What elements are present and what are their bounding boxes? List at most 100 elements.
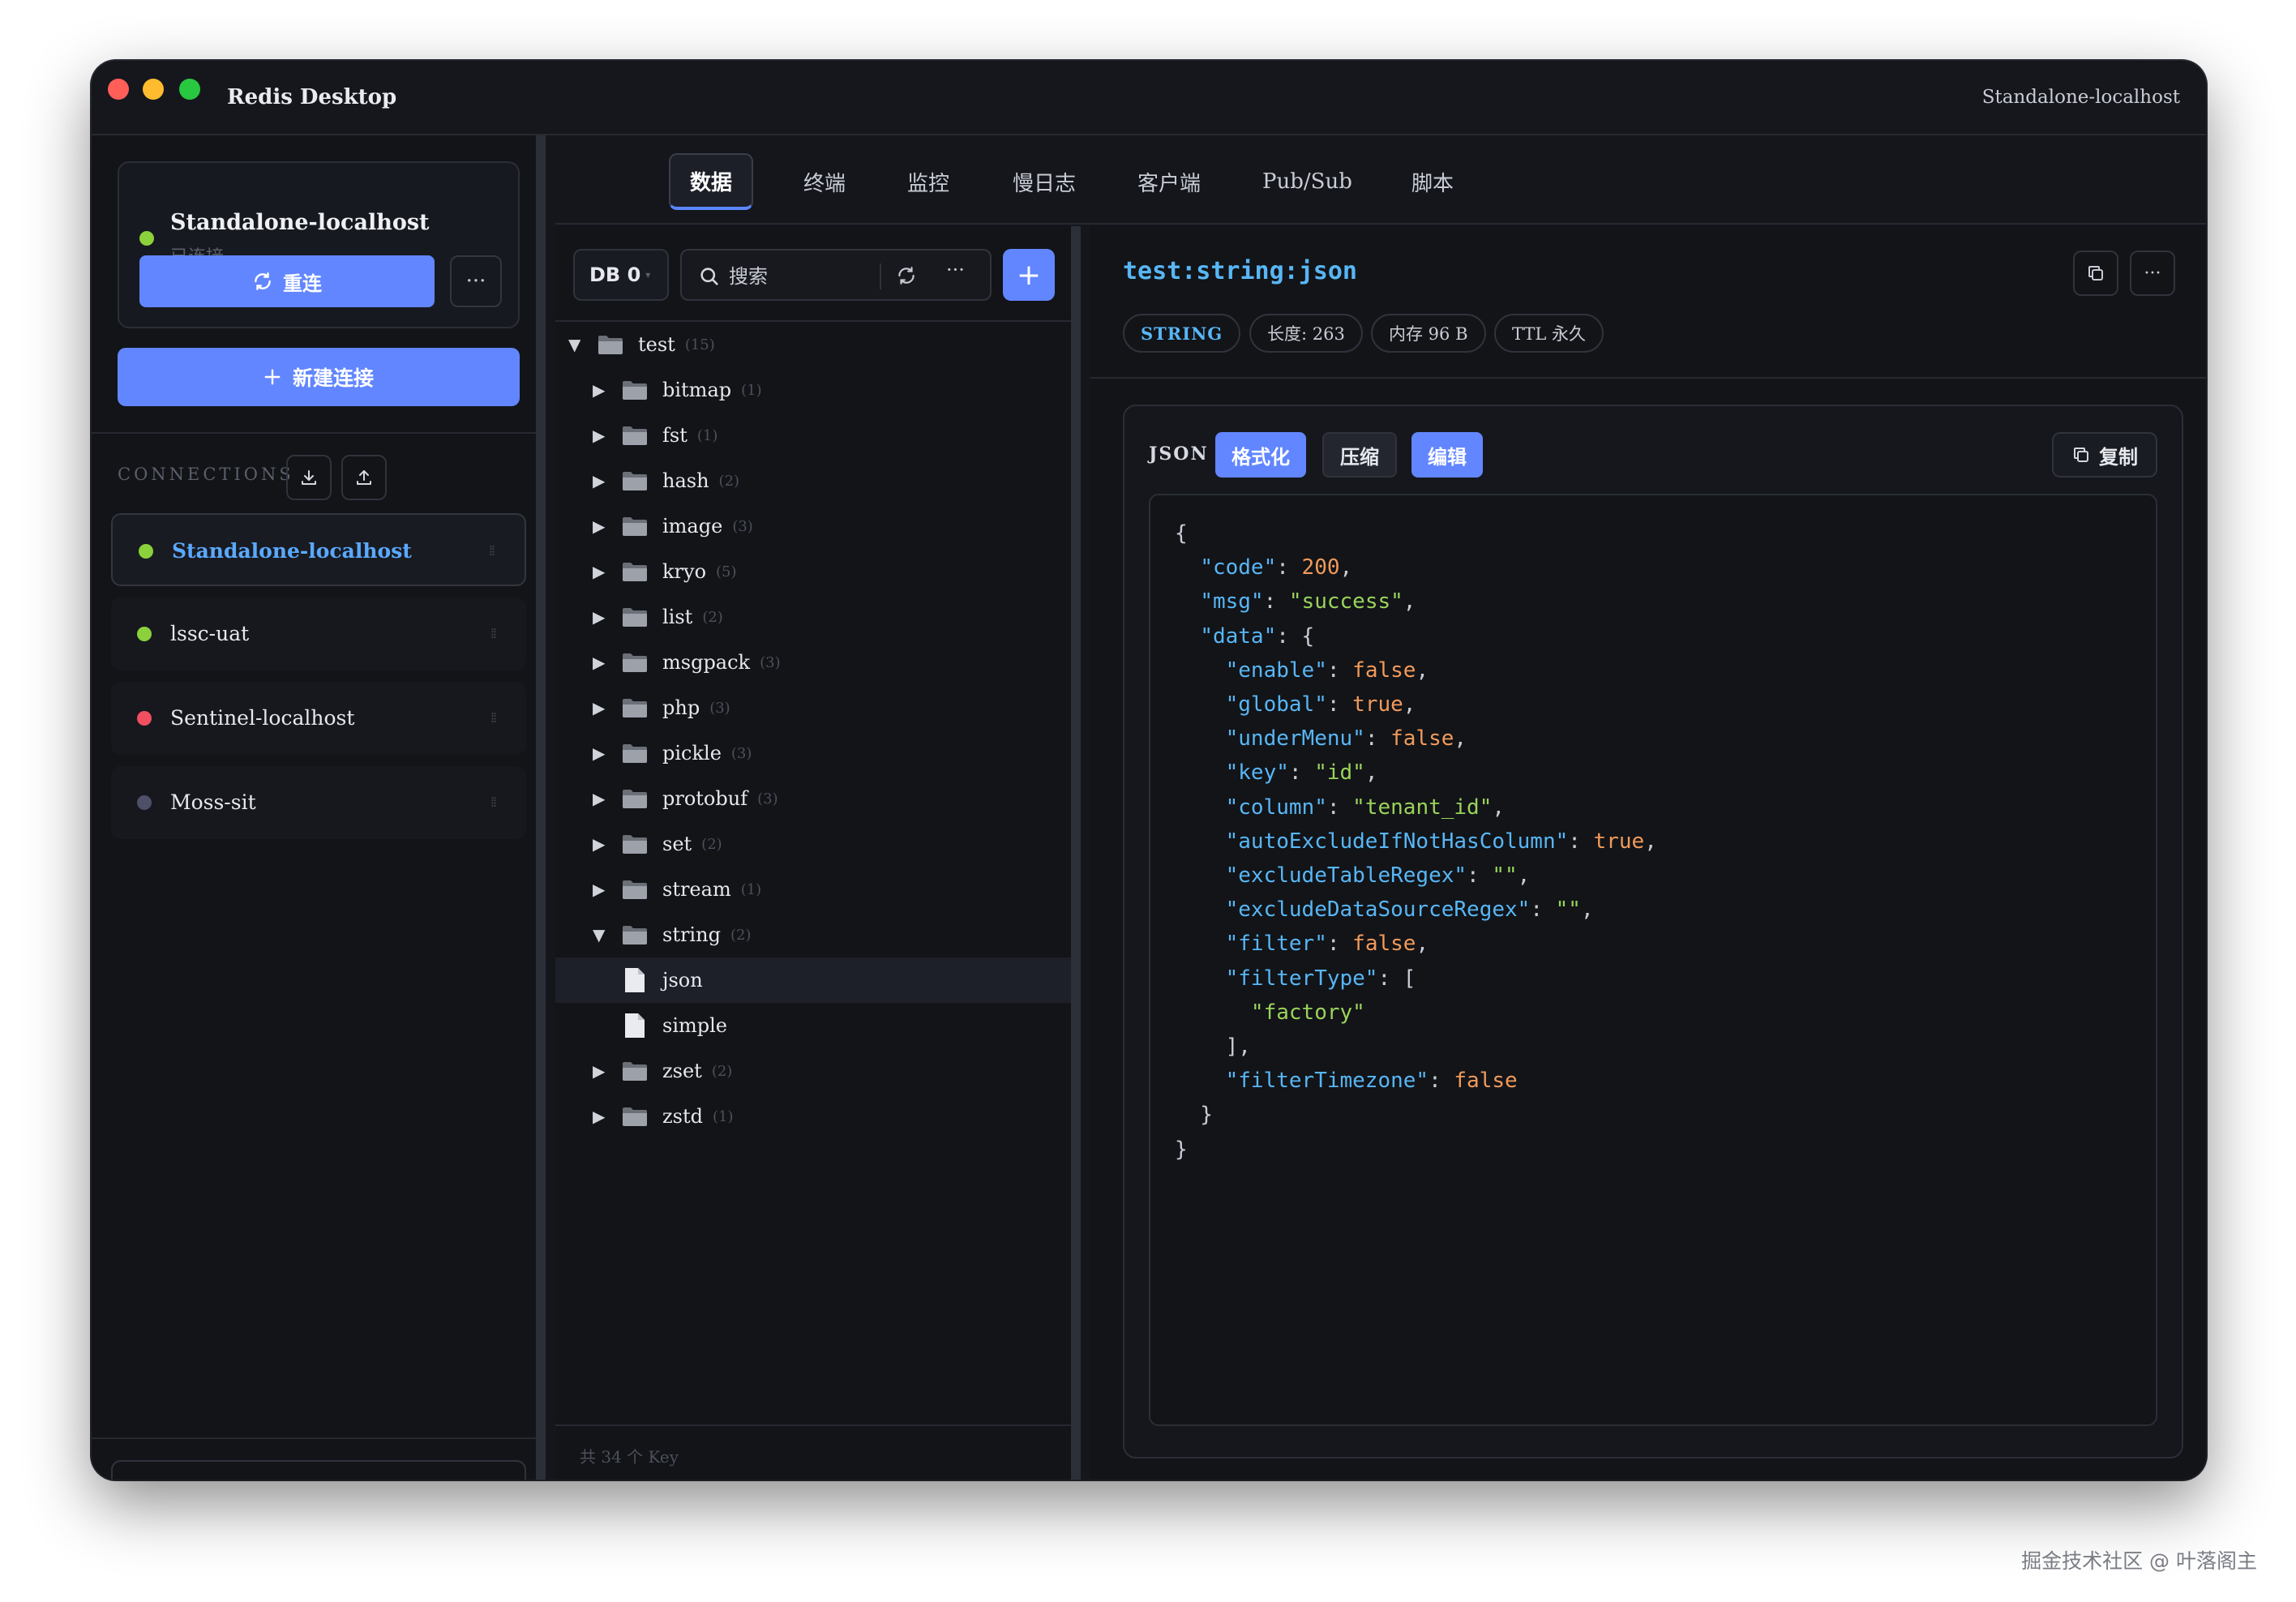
length-badge: 长度: 263 [1249, 314, 1363, 353]
edit-button[interactable]: 编辑 [1411, 432, 1483, 478]
export-connections-button[interactable] [341, 455, 387, 500]
json-punctuation: , [1580, 897, 1594, 923]
current-connection-name: Standalone-localhost [170, 210, 430, 235]
connection-item-sentinel-localhost[interactable]: Sentinel-localhost ⁞⁞ [111, 682, 526, 755]
ttl-badge[interactable]: TTL 永久 [1494, 314, 1604, 353]
tree-folder-test[interactable]: ▼ test (15) [555, 322, 1071, 367]
json-line: "autoExcludeIfNotHasColumn": true, [1175, 825, 2156, 859]
copy-value-button[interactable]: 复制 [2052, 432, 2157, 478]
tab-scripts[interactable]: 脚本 [1411, 153, 1454, 210]
refresh-keys-button[interactable] [896, 265, 917, 286]
connections-header: CONNECTIONS [118, 465, 294, 484]
drag-handle-icon[interactable]: ⁞⁞ [490, 794, 497, 811]
file-icon [623, 966, 646, 994]
folder-icon [622, 924, 648, 945]
collapsed-arrow-icon[interactable]: ▶ [593, 607, 610, 627]
collapsed-arrow-icon[interactable]: ▶ [593, 743, 610, 763]
add-key-button[interactable]: + [1003, 249, 1055, 301]
json-punctuation: : [1530, 897, 1556, 923]
search-input[interactable] [729, 260, 867, 293]
tree-key-simple[interactable]: simple [555, 1003, 1071, 1048]
folder-icon [622, 516, 648, 537]
format-button[interactable]: 格式化 [1215, 432, 1306, 478]
key-actions-button[interactable]: ··· [2130, 251, 2175, 296]
json-line: "filterTimezone": false [1175, 1064, 2156, 1098]
tree-folder-stream[interactable]: ▶ stream (1) [555, 867, 1071, 912]
collapsed-arrow-icon[interactable]: ▶ [593, 471, 610, 490]
zoom-window-button[interactable] [179, 79, 200, 100]
drag-handle-icon[interactable]: ⁞⁞ [490, 709, 497, 726]
collapsed-arrow-icon[interactable]: ▶ [593, 516, 610, 536]
json-key: "data" [1200, 623, 1277, 649]
drag-handle-icon[interactable]: ⁞⁞ [490, 625, 497, 642]
tab-terminal[interactable]: 终端 [803, 153, 846, 210]
json-boolean: false [1352, 658, 1416, 683]
folder-icon [622, 879, 648, 900]
folder-icon [622, 697, 648, 718]
collapsed-arrow-icon[interactable]: ▶ [593, 789, 610, 808]
json-line: "msg": "success", [1175, 585, 2156, 619]
copy-icon [2074, 448, 2088, 462]
json-punctuation [1175, 589, 1200, 614]
tab-slowlog[interactable]: 慢日志 [1013, 153, 1076, 210]
tree-folder-set[interactable]: ▶ set (2) [555, 821, 1071, 867]
collapsed-arrow-icon[interactable]: ▶ [593, 1107, 610, 1126]
tree-folder-msgpack[interactable]: ▶ msgpack (3) [555, 640, 1071, 685]
tab-monitor[interactable]: 监控 [907, 153, 949, 210]
tab-clients[interactable]: 客户端 [1137, 153, 1201, 210]
reconnect-button[interactable]: 重连 [139, 255, 435, 307]
tree-key-json[interactable]: json [555, 957, 1071, 1003]
connection-item-moss-sit[interactable]: Moss-sit ⁞⁞ [111, 766, 526, 839]
tree-folder-zset[interactable]: ▶ zset (2) [555, 1048, 1071, 1094]
json-line: } [1175, 1133, 2156, 1167]
connection-status-dot [137, 627, 152, 641]
drag-handle-icon[interactable]: ⁞⁞ [489, 542, 495, 559]
tree-folder-string[interactable]: ▼ string (2) [555, 912, 1071, 957]
tree-item-label: php [662, 696, 700, 719]
expanded-arrow-icon[interactable]: ▼ [568, 335, 586, 354]
collapsed-arrow-icon[interactable]: ▶ [593, 1061, 610, 1081]
json-punctuation [1175, 760, 1226, 785]
tree-folder-pickle[interactable]: ▶ pickle (3) [555, 730, 1071, 776]
more-icon: ··· [2144, 263, 2161, 284]
json-punctuation: , [1492, 795, 1506, 820]
compress-button[interactable]: 压缩 [1322, 432, 1397, 478]
tree-folder-bitmap[interactable]: ▶ bitmap (1) [555, 367, 1071, 413]
collapsed-arrow-icon[interactable]: ▶ [593, 426, 610, 445]
tree-item-label: hash [662, 469, 709, 492]
tree-folder-image[interactable]: ▶ image (3) [555, 503, 1071, 549]
import-connections-button[interactable] [286, 455, 332, 500]
tree-folder-zstd[interactable]: ▶ zstd (1) [555, 1094, 1071, 1139]
db-select[interactable]: DB 0 ▾ [573, 249, 669, 301]
settings-button[interactable]: 设置 [111, 1460, 526, 1480]
new-connection-button[interactable]: 新建连接 [118, 348, 520, 406]
file-icon [623, 1012, 646, 1039]
copy-key-button[interactable] [2073, 251, 2118, 296]
folder-icon [598, 334, 623, 355]
value-card: JSON 格式化 压缩 编辑 复制 { "code": 200, "msg": … [1123, 405, 2183, 1459]
divider [1090, 377, 2206, 379]
tree-folder-php[interactable]: ▶ php (3) [555, 685, 1071, 730]
key-more-button[interactable]: ··· [946, 259, 965, 281]
tree-folder-hash[interactable]: ▶ hash (2) [555, 458, 1071, 503]
tree-folder-list[interactable]: ▶ list (2) [555, 594, 1071, 640]
tree-folder-kryo[interactable]: ▶ kryo (5) [555, 549, 1071, 594]
connection-item-standalone-localhost[interactable]: Standalone-localhost ⁞⁞ [111, 513, 526, 586]
collapsed-arrow-icon[interactable]: ▶ [593, 880, 610, 899]
new-connection-label: 新建连接 [292, 366, 374, 390]
connection-more-button[interactable]: ··· [450, 255, 502, 307]
collapsed-arrow-icon[interactable]: ▶ [593, 834, 610, 854]
close-window-button[interactable] [108, 79, 129, 100]
collapsed-arrow-icon[interactable]: ▶ [593, 562, 610, 581]
tab-data[interactable]: 数据 [669, 153, 754, 210]
tree-folder-fst[interactable]: ▶ fst (1) [555, 413, 1071, 458]
collapsed-arrow-icon[interactable]: ▶ [593, 653, 610, 672]
tab-pubsub[interactable]: Pub/Sub [1262, 153, 1352, 210]
minimize-window-button[interactable] [143, 79, 164, 100]
tree-folder-protobuf[interactable]: ▶ protobuf (3) [555, 776, 1071, 821]
expanded-arrow-icon[interactable]: ▼ [593, 925, 610, 944]
json-viewer[interactable]: { "code": 200, "msg": "success", "data":… [1149, 494, 2157, 1426]
collapsed-arrow-icon[interactable]: ▶ [593, 380, 610, 400]
connection-item-lssc-uat[interactable]: lssc-uat ⁞⁞ [111, 598, 526, 670]
collapsed-arrow-icon[interactable]: ▶ [593, 698, 610, 717]
